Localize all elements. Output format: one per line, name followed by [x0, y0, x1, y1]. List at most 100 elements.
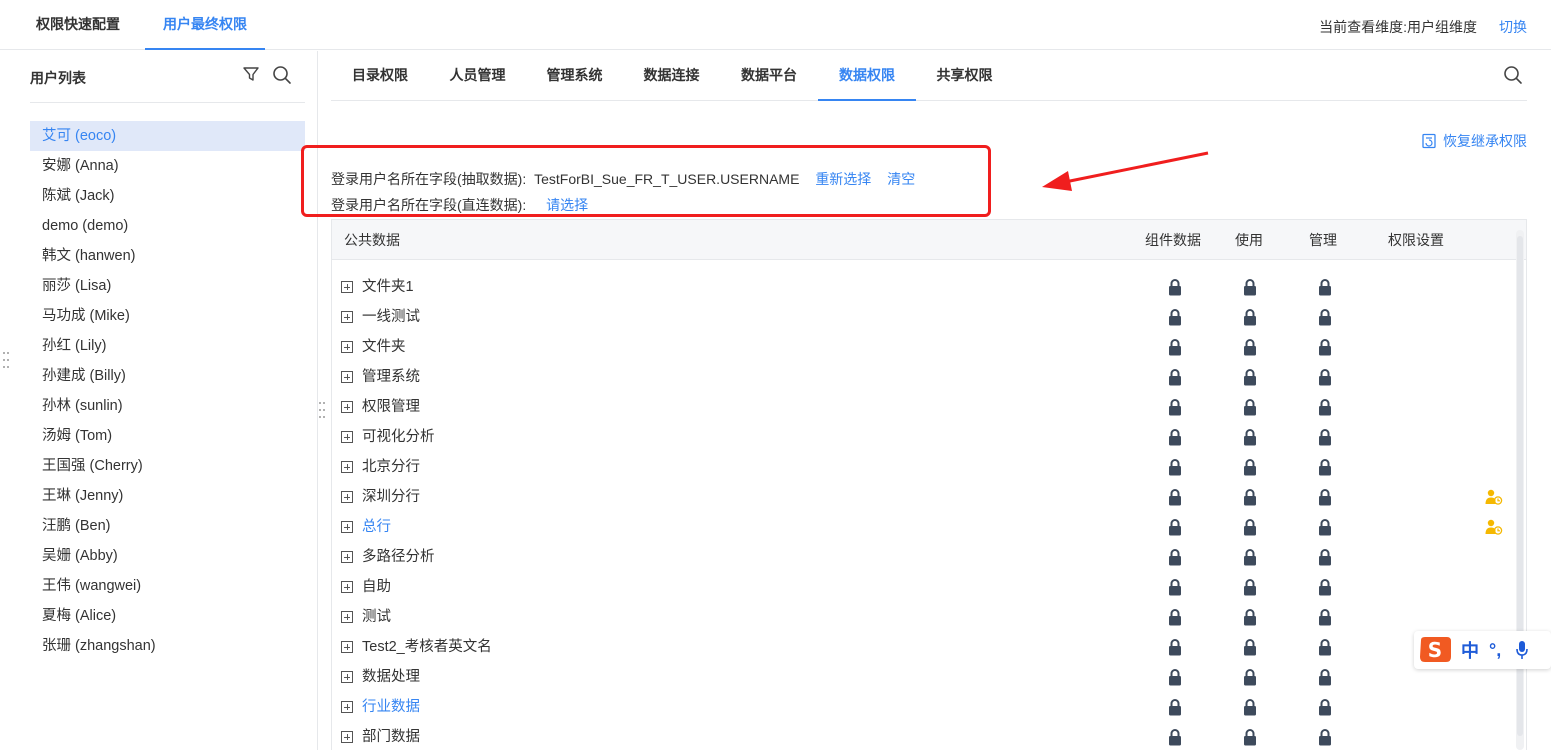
ime-punctuation[interactable]: °, — [1489, 640, 1501, 661]
tab-management-system[interactable]: 管理系统 — [526, 51, 623, 101]
expand-plus-icon[interactable] — [341, 311, 353, 323]
row-name[interactable]: 总行 — [362, 512, 391, 542]
manage-lock-icon[interactable] — [1318, 579, 1332, 596]
manage-lock-icon[interactable] — [1318, 609, 1332, 626]
manage-lock-icon[interactable] — [1318, 729, 1332, 746]
search-icon[interactable] — [272, 65, 292, 85]
expand-plus-icon[interactable] — [341, 341, 353, 353]
use-lock-icon[interactable] — [1243, 399, 1257, 416]
manage-lock-icon[interactable] — [1318, 519, 1332, 536]
expand-plus-icon[interactable] — [341, 491, 353, 503]
user-list-item[interactable]: 艾可 (eoco) — [30, 121, 305, 151]
component-data-lock-icon[interactable] — [1168, 609, 1182, 626]
expand-plus-icon[interactable] — [341, 371, 353, 383]
use-lock-icon[interactable] — [1243, 459, 1257, 476]
component-data-lock-icon[interactable] — [1168, 459, 1182, 476]
row-name[interactable]: 可视化分析 — [362, 422, 435, 452]
manage-lock-icon[interactable] — [1318, 669, 1332, 686]
row-name[interactable]: 一线测试 — [362, 302, 420, 332]
use-lock-icon[interactable] — [1243, 699, 1257, 716]
user-list-item[interactable]: 汪鹏 (Ben) — [30, 511, 305, 541]
manage-lock-icon[interactable] — [1318, 429, 1332, 446]
manage-lock-icon[interactable] — [1318, 279, 1332, 296]
use-lock-icon[interactable] — [1243, 309, 1257, 326]
user-list-item[interactable]: 王国强 (Cherry) — [30, 451, 305, 481]
expand-plus-icon[interactable] — [341, 731, 353, 743]
use-lock-icon[interactable] — [1243, 519, 1257, 536]
ime-toolbar[interactable]: S 中 °, — [1414, 631, 1551, 669]
user-list-item[interactable]: 韩文 (hanwen) — [30, 241, 305, 271]
tab-data-platform[interactable]: 数据平台 — [720, 51, 818, 101]
expand-plus-icon[interactable] — [341, 671, 353, 683]
user-list-item[interactable]: demo (demo) — [30, 211, 305, 241]
expand-plus-icon[interactable] — [341, 431, 353, 443]
custom-permission-icon[interactable] — [1485, 489, 1503, 505]
expand-plus-icon[interactable] — [341, 551, 353, 563]
user-list-item[interactable]: 孙林 (sunlin) — [30, 391, 305, 421]
component-data-lock-icon[interactable] — [1168, 579, 1182, 596]
component-data-lock-icon[interactable] — [1168, 489, 1182, 506]
component-data-lock-icon[interactable] — [1168, 699, 1182, 716]
scrollbar[interactable] — [1516, 230, 1524, 750]
component-data-lock-icon[interactable] — [1168, 549, 1182, 566]
manage-lock-icon[interactable] — [1318, 489, 1332, 506]
use-lock-icon[interactable] — [1243, 669, 1257, 686]
user-list-item[interactable]: 夏梅 (Alice) — [30, 601, 305, 631]
user-list-item[interactable]: 孙建成 (Billy) — [30, 361, 305, 391]
component-data-lock-icon[interactable] — [1168, 639, 1182, 656]
row-name[interactable]: 文件夹 — [362, 332, 406, 362]
user-list-item[interactable]: 安娜 (Anna) — [30, 151, 305, 181]
switch-dimension-link[interactable]: 切换 — [1499, 17, 1527, 37]
user-list-item[interactable]: 吴姗 (Abby) — [30, 541, 305, 571]
use-lock-icon[interactable] — [1243, 609, 1257, 626]
use-lock-icon[interactable] — [1243, 429, 1257, 446]
expand-plus-icon[interactable] — [341, 521, 353, 533]
tab-user-final-permission[interactable]: 用户最终权限 — [145, 0, 265, 50]
user-list-item[interactable]: 丽莎 (Lisa) — [30, 271, 305, 301]
restore-inherit-button[interactable]: 恢复继承权限 — [1421, 131, 1527, 151]
manage-lock-icon[interactable] — [1318, 369, 1332, 386]
use-lock-icon[interactable] — [1243, 549, 1257, 566]
component-data-lock-icon[interactable] — [1168, 369, 1182, 386]
component-data-lock-icon[interactable] — [1168, 729, 1182, 746]
row-name[interactable]: Test2_考核者英文名 — [362, 632, 492, 662]
tab-quick-config[interactable]: 权限快速配置 — [36, 0, 120, 50]
use-lock-icon[interactable] — [1243, 279, 1257, 296]
user-list-item[interactable]: 陈斌 (Jack) — [30, 181, 305, 211]
user-list-item[interactable]: 汤姆 (Tom) — [30, 421, 305, 451]
filter-icon[interactable] — [242, 65, 260, 83]
search-icon[interactable] — [1503, 65, 1523, 85]
reselect-link[interactable]: 重新选择 — [815, 171, 871, 187]
component-data-lock-icon[interactable] — [1168, 399, 1182, 416]
manage-lock-icon[interactable] — [1318, 639, 1332, 656]
use-lock-icon[interactable] — [1243, 369, 1257, 386]
user-list-item[interactable]: 王琳 (Jenny) — [30, 481, 305, 511]
manage-lock-icon[interactable] — [1318, 699, 1332, 716]
row-name[interactable]: 部门数据 — [362, 722, 420, 752]
clear-link[interactable]: 清空 — [887, 171, 915, 187]
component-data-lock-icon[interactable] — [1168, 669, 1182, 686]
row-name[interactable]: 行业数据 — [362, 692, 420, 722]
use-lock-icon[interactable] — [1243, 729, 1257, 746]
component-data-lock-icon[interactable] — [1168, 339, 1182, 356]
user-list-item[interactable]: 王伟 (wangwei) — [30, 571, 305, 601]
row-name[interactable]: 测试 — [362, 602, 391, 632]
row-name[interactable]: 权限管理 — [362, 392, 420, 422]
manage-lock-icon[interactable] — [1318, 399, 1332, 416]
expand-plus-icon[interactable] — [341, 611, 353, 623]
use-lock-icon[interactable] — [1243, 579, 1257, 596]
manage-lock-icon[interactable] — [1318, 339, 1332, 356]
manage-lock-icon[interactable] — [1318, 459, 1332, 476]
row-name[interactable]: 多路径分析 — [362, 542, 435, 572]
row-name[interactable]: 北京分行 — [362, 452, 420, 482]
row-name[interactable]: 文件夹1 — [362, 272, 414, 302]
left-drag-handle[interactable] — [2, 351, 10, 371]
expand-plus-icon[interactable] — [341, 401, 353, 413]
panel-drag-handle[interactable] — [318, 401, 326, 421]
tab-share-permission[interactable]: 共享权限 — [916, 51, 1013, 101]
row-name[interactable]: 数据处理 — [362, 662, 420, 692]
row-name[interactable]: 深圳分行 — [362, 482, 420, 512]
user-list-item[interactable]: 张珊 (zhangshan) — [30, 631, 305, 661]
expand-plus-icon[interactable] — [341, 701, 353, 713]
microphone-icon[interactable] — [1515, 640, 1529, 660]
